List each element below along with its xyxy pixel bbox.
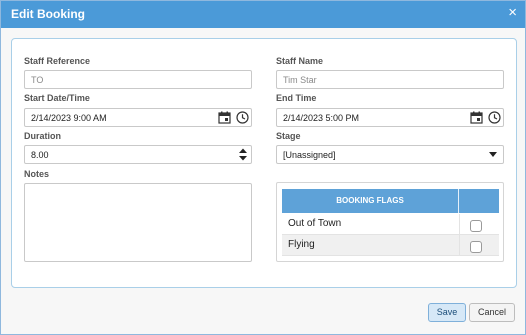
stage-value: [Unassigned]	[283, 150, 336, 160]
staff-reference-field[interactable]: TO	[24, 70, 252, 89]
calendar-icon[interactable]	[469, 110, 484, 125]
staff-reference-value: TO	[31, 75, 44, 85]
cancel-button[interactable]: Cancel	[469, 303, 515, 322]
start-datetime-field[interactable]: 2/14/2023 9:00 AM	[24, 108, 252, 127]
staff-name-field[interactable]: Tim Star	[276, 70, 504, 89]
clock-icon[interactable]	[235, 110, 250, 125]
end-time-label: End Time	[276, 93, 317, 103]
close-icon[interactable]: ×	[508, 4, 517, 22]
staff-reference-label: Staff Reference	[24, 56, 91, 66]
start-datetime-value: 2/14/2023 9:00 AM	[31, 113, 107, 123]
edit-booking-dialog: Edit Booking × Staff Reference TO Staff …	[0, 0, 526, 335]
notes-label: Notes	[24, 169, 50, 179]
duration-value: 8.00	[31, 150, 49, 160]
stage-label: Stage	[276, 131, 301, 141]
flag-row-out-of-town: Out of Town	[282, 214, 499, 235]
booking-flags-title: BOOKING FLAGS	[282, 189, 459, 213]
flag-label: Flying	[288, 239, 315, 250]
dialog-titlebar: Edit Booking ×	[1, 1, 525, 28]
spinner-down-icon	[239, 156, 247, 161]
duration-label: Duration	[24, 131, 61, 141]
calendar-icon[interactable]	[217, 110, 232, 125]
flying-checkbox[interactable]	[470, 241, 482, 253]
notes-textarea[interactable]	[24, 183, 252, 262]
column-divider	[459, 235, 460, 256]
booking-form-panel: Staff Reference TO Staff Name Tim Star S…	[11, 38, 517, 288]
out-of-town-checkbox[interactable]	[470, 220, 482, 232]
flag-row-flying: Flying	[282, 235, 499, 256]
booking-flags-header: BOOKING FLAGS	[282, 189, 499, 213]
duration-stepper[interactable]	[236, 147, 250, 162]
spinner-up-icon	[239, 148, 247, 153]
staff-name-value: Tim Star	[283, 75, 317, 85]
clock-icon[interactable]	[487, 110, 502, 125]
start-datetime-label: Start Date/Time	[24, 93, 90, 103]
stage-select[interactable]: [Unassigned]	[276, 145, 504, 164]
booking-flags-box: BOOKING FLAGS Out of Town Flying	[276, 182, 504, 262]
end-time-field[interactable]: 2/14/2023 5:00 PM	[276, 108, 504, 127]
end-time-value: 2/14/2023 5:00 PM	[283, 113, 360, 123]
staff-name-label: Staff Name	[276, 56, 324, 66]
save-button[interactable]: Save	[428, 303, 466, 322]
duration-field[interactable]: 8.00	[24, 145, 252, 164]
flag-label: Out of Town	[288, 218, 342, 229]
dropdown-caret-icon	[489, 152, 497, 157]
dialog-title: Edit Booking	[11, 7, 85, 21]
column-divider	[459, 214, 460, 235]
